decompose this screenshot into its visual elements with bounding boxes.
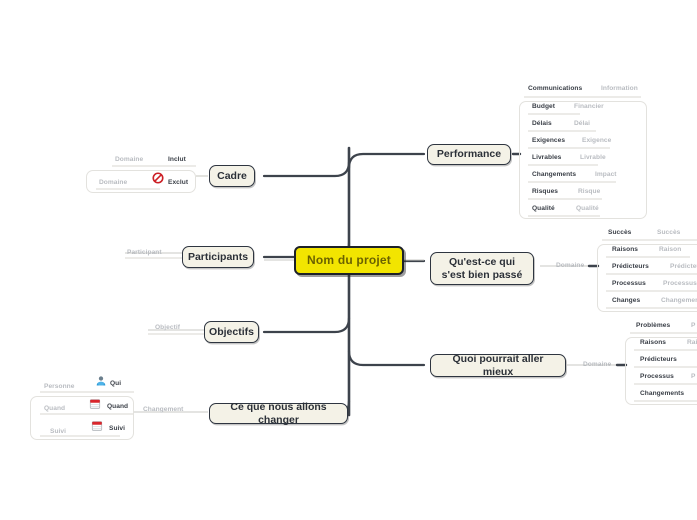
leaf-secondary-quand: Quand	[44, 405, 66, 412]
root-node[interactable]: Nom du projet	[294, 246, 404, 275]
leaf-secondary-exclut: Domaine	[99, 179, 128, 186]
connector-label-aller-mieux: Domaine	[583, 361, 612, 368]
leaf-primary-processus-am[interactable]: Processus	[640, 373, 674, 380]
branch-node-objectifs[interactable]: Objectifs	[204, 321, 259, 343]
leaf-primary-communications[interactable]: Communications	[528, 85, 582, 92]
calendar-icon-2	[91, 420, 103, 432]
leaf-secondary-delais: Délai	[574, 120, 591, 127]
connector-label-changer: Changement	[143, 406, 184, 413]
connector-label-bien-passe: Domaine	[556, 262, 585, 269]
leaf-secondary-succes: Succès	[657, 229, 681, 236]
leaf-primary-changements-am[interactable]: Changements	[640, 390, 684, 397]
branch-node-bien-passe[interactable]: Qu'est-ce qui s'est bien passé	[430, 252, 534, 285]
leaf-secondary-personne: Personne	[44, 383, 75, 390]
leaf-secondary-risques: Risque	[578, 188, 601, 195]
leaf-primary-risques[interactable]: Risques	[532, 188, 558, 195]
leaf-primary-livrables[interactable]: Livrables	[532, 154, 561, 161]
leaf-secondary-changements: Impact	[595, 171, 617, 178]
branch-label-changer: Ce que nous allons changer	[230, 401, 327, 426]
leaf-primary-delais[interactable]: Délais	[532, 120, 552, 127]
leaf-primary-raisons-bp[interactable]: Raisons	[612, 246, 638, 253]
leaf-primary-raisons-am[interactable]: Raisons	[640, 339, 666, 346]
branch-label-participants: Participants	[187, 250, 249, 263]
leaf-secondary-participant: Participant	[127, 249, 162, 256]
branch-label-bien-passe: Qu'est-ce qui s'est bien passé	[441, 256, 523, 281]
leaf-secondary-livrables: Livrable	[580, 154, 606, 161]
leaf-secondary-raisons-am: Rai	[687, 339, 697, 346]
branch-label-performance: Performance	[436, 148, 502, 161]
branch-node-participants[interactable]: Participants	[182, 246, 254, 268]
leaf-secondary-processus-am: P	[691, 373, 696, 380]
calendar-icon	[89, 398, 101, 410]
leaf-primary-succes[interactable]: Succès	[608, 229, 631, 236]
leaf-secondary-changes-bp: Changement	[661, 297, 697, 304]
leaf-primary-inclut[interactable]: Inclut	[168, 156, 186, 163]
leaf-secondary-processus-bp: Processus	[663, 280, 697, 287]
leaf-primary-qualite[interactable]: Qualité	[532, 205, 555, 212]
branch-label-aller-mieux: Quoi pourrait aller mieux	[452, 353, 544, 378]
branch-label-objectifs: Objectifs	[209, 325, 254, 338]
leaf-primary-budget[interactable]: Budget	[532, 103, 555, 110]
leaf-secondary-qualite: Qualité	[576, 205, 599, 212]
leaf-secondary-predicteurs-bp: Prédicteur	[670, 263, 697, 270]
person-icon	[95, 375, 107, 387]
leaf-secondary-objectif: Objectif	[155, 324, 180, 331]
leaf-secondary-problemes: P	[691, 322, 696, 329]
branch-node-changer[interactable]: Ce que nous allons changer	[209, 401, 348, 426]
mindmap-canvas: Nom du projet Performance Qu'est-ce qui …	[0, 0, 697, 520]
leaf-secondary-inclut: Domaine	[115, 156, 144, 163]
leaf-primary-exigences[interactable]: Exigences	[532, 137, 565, 144]
leaf-primary-predicteurs-am[interactable]: Prédicteurs	[640, 356, 677, 363]
leaf-primary-changes-bp[interactable]: Changes	[612, 297, 640, 304]
prohibition-icon	[152, 172, 164, 184]
leaf-primary-qui[interactable]: Qui	[110, 380, 121, 387]
leaf-primary-processus-bp[interactable]: Processus	[612, 280, 646, 287]
branch-node-aller-mieux[interactable]: Quoi pourrait aller mieux	[430, 353, 566, 378]
leaf-secondary-raisons-bp: Raison	[659, 246, 682, 253]
leaf-primary-exclut[interactable]: Exclut	[168, 179, 188, 186]
branch-node-performance[interactable]: Performance	[427, 144, 511, 165]
leaf-primary-suivi[interactable]: Suivi	[109, 425, 125, 432]
leaf-secondary-suivi: Suivi	[50, 428, 67, 435]
leaf-secondary-communications: Information	[601, 85, 638, 92]
leaf-primary-predicteurs-bp[interactable]: Prédicteurs	[612, 263, 649, 270]
leaf-secondary-exigences: Exigence	[582, 137, 612, 144]
leaf-primary-changements[interactable]: Changements	[532, 171, 576, 178]
root-node-label: Nom du projet	[307, 253, 391, 268]
leaf-primary-problemes[interactable]: Problèmes	[636, 322, 670, 329]
leaf-primary-quand[interactable]: Quand	[107, 403, 128, 410]
leaf-secondary-budget: Financier	[574, 103, 604, 110]
branch-node-cadre[interactable]: Cadre	[209, 165, 255, 187]
branch-label-cadre: Cadre	[217, 169, 247, 182]
